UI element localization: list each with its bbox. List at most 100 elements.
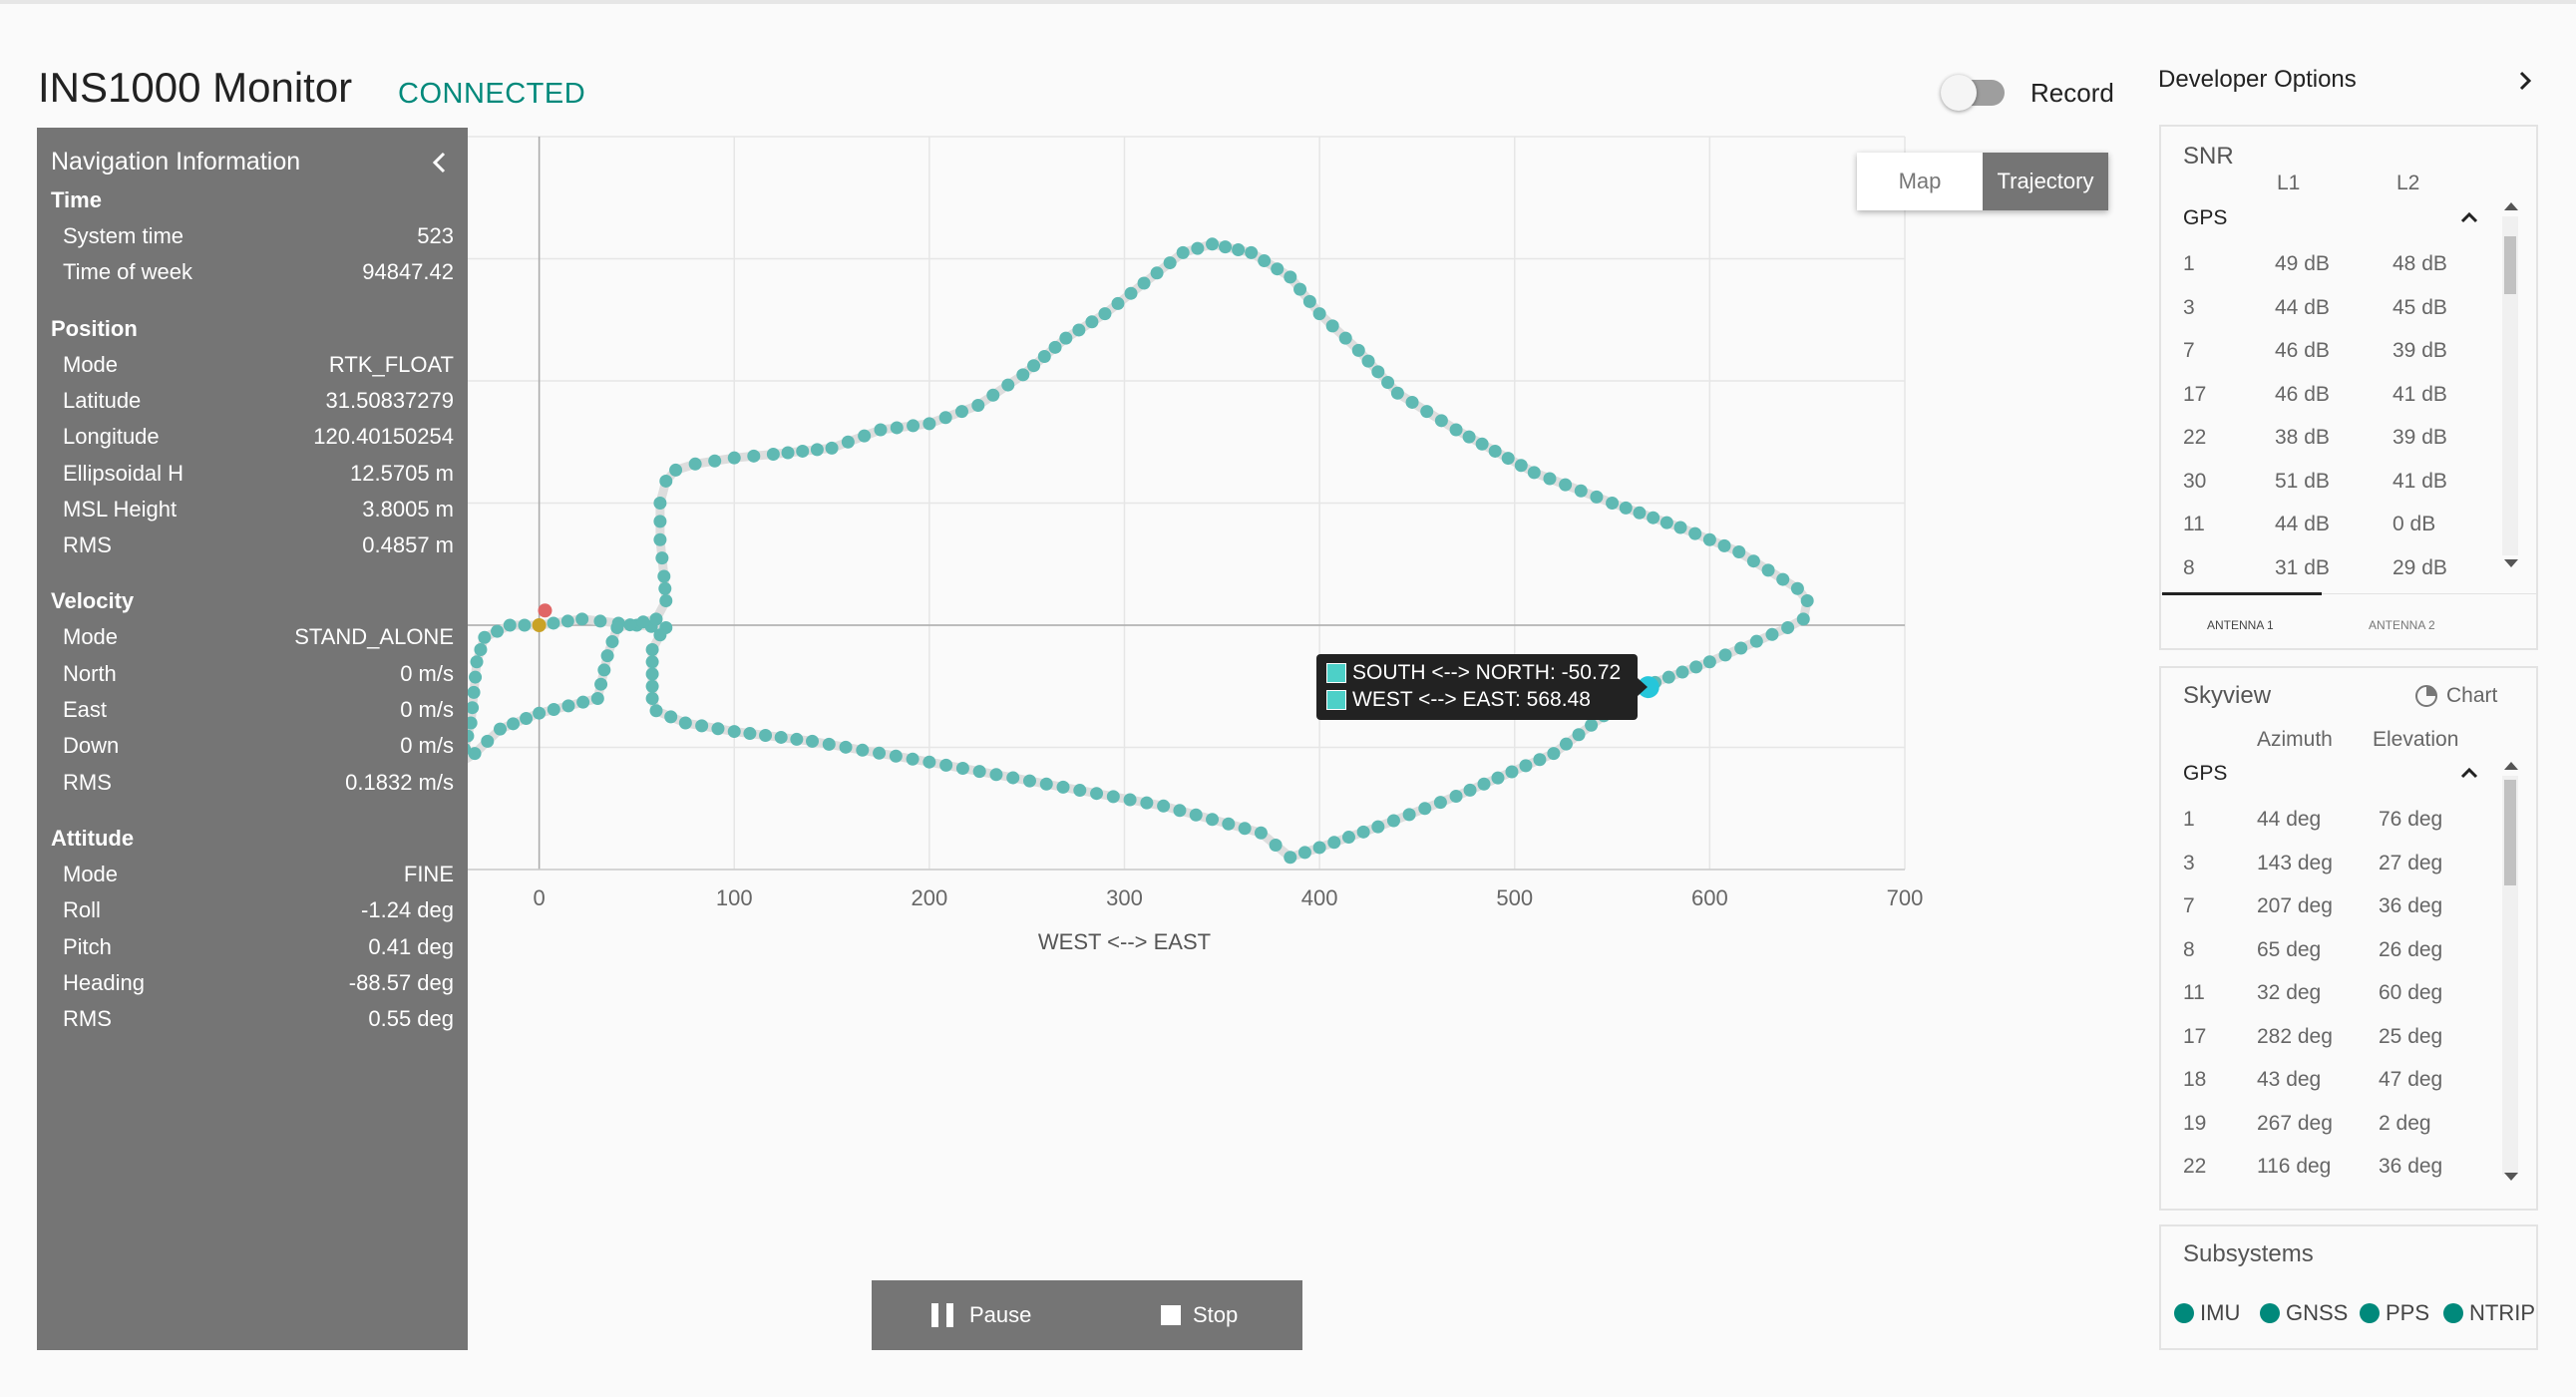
- trajectory-point: [907, 419, 920, 433]
- trajectory-point: [1386, 814, 1400, 828]
- trajectory-point: [1090, 787, 1104, 801]
- trajectory-point: [645, 667, 659, 681]
- snr-row: 3 44 dB 45 dB: [2183, 296, 2502, 326]
- nav-row-value: STAND_ALONE: [294, 624, 454, 650]
- trajectory-point: [605, 635, 619, 649]
- trajectory-point: [1284, 270, 1297, 284]
- trajectory-point: [1381, 376, 1395, 390]
- skyview-cell-sv: 18: [2183, 1068, 2207, 1091]
- snr-cell-l2: 45 dB: [2392, 295, 2447, 319]
- snr-scrollbar[interactable]: [2502, 216, 2518, 555]
- snr-cell-l2: 48 dB: [2392, 252, 2447, 275]
- trajectory-point: [972, 765, 986, 779]
- skyview-chart-button[interactable]: Chart: [2414, 684, 2497, 708]
- trajectory-point: [1072, 323, 1086, 337]
- nav-row-label: Ellipsoidal H: [63, 460, 184, 486]
- nav-row-value: 0 m/s: [400, 733, 454, 759]
- tab-antenna-1[interactable]: ANTENNA 1: [2207, 618, 2274, 632]
- trajectory-point: [1501, 452, 1515, 466]
- nav-row-label: MSL Height: [63, 496, 178, 522]
- trajectory-point: [1027, 359, 1041, 373]
- trajectory-point: [1163, 256, 1177, 270]
- chevron-left-icon: [432, 152, 446, 174]
- trajectory-point: [938, 411, 952, 425]
- skyview-scroll-thumb[interactable]: [2504, 780, 2516, 885]
- nav-row-value: 523: [417, 223, 454, 248]
- trajectory-point: [507, 717, 521, 731]
- trajectory-point: [1341, 831, 1355, 845]
- x-tick-label: 600: [1691, 885, 1728, 910]
- skyview-scrollbar[interactable]: [2502, 776, 2518, 1175]
- snr-cell-l1: 51 dB: [2275, 469, 2330, 493]
- trajectory-point: [503, 618, 517, 632]
- trajectory-point: [1022, 774, 1036, 788]
- scroll-down-icon[interactable]: [2504, 559, 2518, 567]
- chevron-up-icon[interactable]: [2458, 762, 2480, 784]
- skyview-cell-el: 76 deg: [2379, 808, 2443, 831]
- snr-scroll-thumb[interactable]: [2504, 236, 2516, 294]
- trajectory-point: [1150, 266, 1164, 280]
- trajectory-point: [623, 618, 637, 632]
- skyview-cell-sv: 8: [2183, 937, 2195, 961]
- tab-antenna-2[interactable]: ANTENNA 2: [2369, 618, 2435, 632]
- chevron-up-icon[interactable]: [2458, 206, 2480, 228]
- scroll-up-icon[interactable]: [2504, 202, 2518, 210]
- trajectory-point: [1232, 243, 1246, 257]
- snr-cell-sv: 1: [2183, 252, 2195, 275]
- x-tick-label: 500: [1496, 885, 1533, 910]
- trajectory-point: [1462, 430, 1476, 444]
- developer-options-toggle[interactable]: Developer Options: [2158, 62, 2537, 100]
- trajectory-point: [1238, 822, 1252, 836]
- trajectory-view-button[interactable]: Trajectory: [1983, 153, 2108, 210]
- trajectory-point: [594, 677, 608, 691]
- scroll-up-icon[interactable]: [2504, 762, 2518, 770]
- skyview-cell-az: 43 deg: [2257, 1068, 2322, 1091]
- snr-row: 8 31 dB 29 dB: [2183, 556, 2502, 586]
- trajectory-point: [796, 444, 810, 458]
- collapse-panel-button[interactable]: [420, 138, 460, 187]
- trajectory-point: [1001, 378, 1015, 392]
- skyview-cell-el: 26 deg: [2379, 937, 2443, 961]
- trajectory-point: [669, 463, 683, 477]
- trajectory-point: [659, 594, 673, 607]
- nav-panel-title: Navigation Information: [51, 148, 301, 175]
- trajectory-point: [1619, 501, 1633, 515]
- trajectory-point: [561, 699, 575, 713]
- trajectory-point: [1463, 783, 1477, 797]
- trajectory-point: [1140, 796, 1154, 810]
- pause-button[interactable]: Pause: [931, 1300, 1031, 1330]
- scroll-down-icon[interactable]: [2504, 1173, 2518, 1181]
- record-toggle[interactable]: [1941, 75, 2005, 111]
- snr-cell-sv: 22: [2183, 426, 2207, 449]
- trajectory-point: [1420, 405, 1434, 419]
- trajectory-point: [645, 655, 659, 669]
- trajectory-point: [494, 722, 507, 736]
- trajectory-point: [478, 630, 492, 644]
- map-view-button[interactable]: Map: [1857, 153, 1983, 210]
- snr-cell-sv: 30: [2183, 469, 2207, 493]
- nav-row: Roll -1.24 deg: [63, 897, 454, 929]
- pause-label: Pause: [969, 1302, 1032, 1327]
- nav-section-heading: Position: [51, 315, 138, 341]
- trajectory-point: [1661, 670, 1675, 684]
- skyview-col-azimuth: Azimuth: [2257, 728, 2333, 751]
- trajectory-point: [597, 663, 611, 677]
- trajectory-point: [1559, 478, 1573, 492]
- trajectory-point: [1157, 799, 1171, 813]
- nav-row-value: 0 m/s: [400, 660, 454, 686]
- trajectory-point: [1206, 813, 1220, 827]
- stop-button[interactable]: Stop: [1161, 1300, 1238, 1330]
- trajectory-point: [1527, 466, 1541, 480]
- antenna-tab-indicator: [2162, 592, 2322, 595]
- skyview-cell-az: 143 deg: [2257, 851, 2333, 874]
- trajectory-point: [1137, 276, 1151, 290]
- skyview-row: 7 207 deg 36 deg: [2183, 894, 2502, 924]
- snr-row: 30 51 dB 41 dB: [2183, 470, 2502, 500]
- trajectory-point: [1361, 354, 1375, 368]
- nav-row-value: 0.55 deg: [368, 1006, 454, 1032]
- trajectory-point: [743, 727, 757, 741]
- skyview-row: 22 116 deg 36 deg: [2183, 1155, 2502, 1185]
- trajectory-point: [645, 679, 659, 693]
- nav-row-label: North: [63, 660, 117, 686]
- record-toggle-knob[interactable]: [1941, 75, 1977, 111]
